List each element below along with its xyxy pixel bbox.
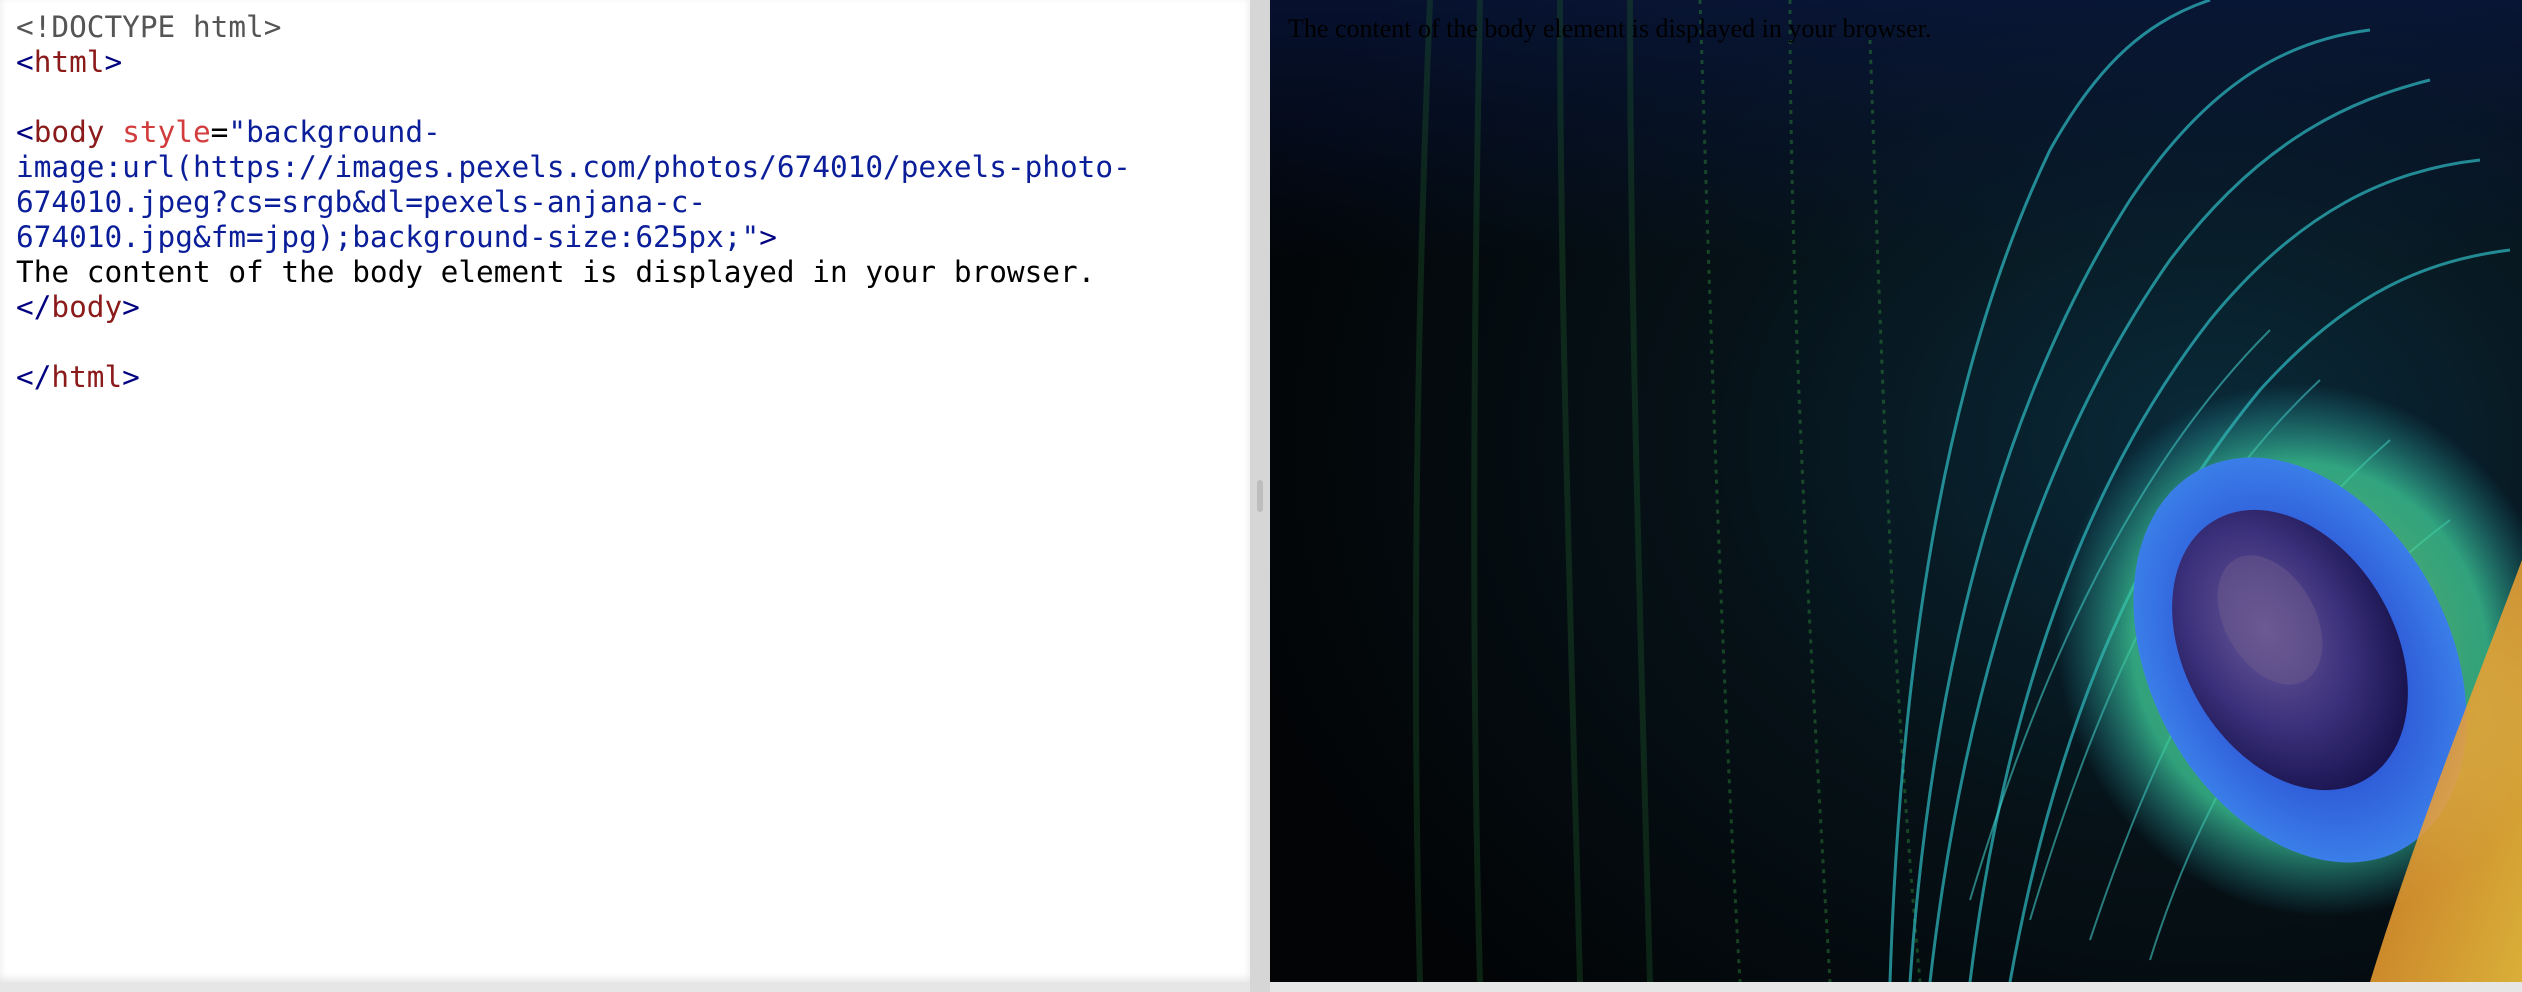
code-line: The content of the body element is displ… <box>16 255 1131 290</box>
code-line: image:url(https://images.pexels.com/phot… <box>16 150 1131 185</box>
code-token-val: "background- <box>228 115 441 149</box>
code-line: </body> <box>16 290 1131 325</box>
code-token-val: image:url(https://images.pexels.com/phot… <box>16 150 1131 184</box>
code-line: 674010.jpg&fm=jpg);background-size:625px… <box>16 220 1131 255</box>
panel-divider[interactable] <box>1250 0 1270 992</box>
divider-handle[interactable] <box>1257 480 1263 512</box>
code-token-val: 674010.jpg&fm=jpg);background-size:625px… <box>16 220 760 254</box>
code-token-attr: style <box>122 115 211 149</box>
code-token-val: 674010.jpeg?cs=srgb&dl=pexels-anjana-c- <box>16 185 707 219</box>
code-line: <!DOCTYPE html> <box>16 10 1131 45</box>
result-preview-panel: The content of the body element is displ… <box>1270 0 2522 982</box>
code-token-tag: html <box>33 45 105 79</box>
code-editor-text[interactable]: <!DOCTYPE html> <html> <body style="backgr… <box>16 10 1131 395</box>
code-line: 674010.jpeg?cs=srgb&dl=pexels-anjana-c- <box>16 185 1131 220</box>
code-token-punct: > <box>122 360 140 394</box>
code-editor-panel[interactable]: <!DOCTYPE html> <html> <body style="backgr… <box>0 0 1250 982</box>
code-token-text: The content of the body element is displ… <box>16 255 1096 289</box>
code-token-doctype: <!DOCTYPE html> <box>16 10 282 44</box>
code-token-punct: > <box>104 45 123 79</box>
code-token-punct: > <box>122 290 140 324</box>
code-token-eq: = <box>210 115 229 149</box>
code-line: </html> <box>16 360 1131 395</box>
peacock-feather-image <box>1270 0 2522 982</box>
code-token-punct: </ <box>16 290 52 324</box>
code-line: <html> <box>16 45 1131 80</box>
code-token-punct: > <box>759 220 777 254</box>
code-token-tag: body <box>33 115 105 149</box>
code-token-punct: < <box>16 115 34 149</box>
code-token-punct: < <box>16 45 34 79</box>
code-token-tag: body <box>51 290 123 324</box>
code-token-tag: html <box>51 360 123 394</box>
preview-body-text: The content of the body element is displ… <box>1288 14 1932 43</box>
code-token-punct: </ <box>16 360 52 394</box>
code-line: <body style="background- <box>16 115 1131 150</box>
